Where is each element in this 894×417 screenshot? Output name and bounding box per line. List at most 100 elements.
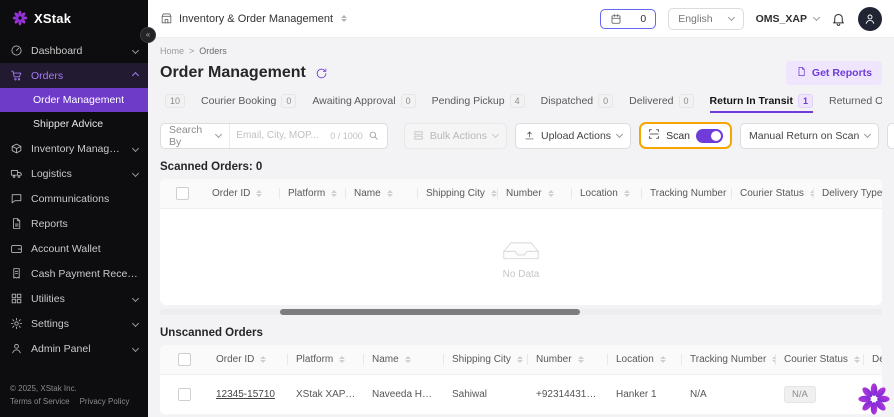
column-header-number[interactable]: Number	[528, 345, 608, 374]
unscanned-orders-heading: Unscanned Orders	[160, 327, 882, 339]
sidebar-item-shipper-advice[interactable]: Shipper Advice	[0, 112, 148, 136]
sort-icon	[339, 356, 345, 364]
column-header-shipping-city[interactable]: Shipping City	[418, 179, 498, 208]
column-header-name[interactable]: Name	[364, 345, 444, 374]
brand-logo[interactable]: XStak	[0, 0, 148, 34]
chevron-down-icon	[492, 130, 499, 137]
sort-icon	[624, 190, 630, 198]
chevron-down-icon	[215, 130, 222, 137]
date-count: 0	[640, 13, 646, 25]
sidebar-item-account-wallet[interactable]: Account Wallet	[0, 236, 148, 261]
row-checkbox[interactable]	[178, 388, 191, 401]
number-cell: +923144313418	[528, 389, 608, 400]
table-row[interactable]: 12345-15710 XStak XAP Store Naveeda Hafe…	[160, 375, 882, 415]
bulk-actions-icon	[413, 130, 424, 141]
upload-icon	[524, 130, 535, 141]
scanned-table-header: Order ID Platform Name Shipping City Num…	[160, 179, 882, 209]
chevron-down-icon	[864, 130, 871, 137]
select-all-checkbox[interactable]	[176, 187, 189, 200]
chevron-down-icon	[728, 13, 735, 20]
bulk-actions-button[interactable]: Bulk Actions	[404, 123, 507, 149]
search-by-select[interactable]: Search By	[161, 124, 230, 148]
scan-toggle[interactable]	[696, 129, 723, 143]
column-header-courier-status[interactable]: Courier Status	[776, 345, 864, 374]
sort-icon	[260, 356, 266, 364]
sidebar-item-reports[interactable]: Reports	[0, 211, 148, 236]
tab-delivered[interactable]: Delivered0	[629, 94, 693, 113]
tab-returned-orders[interactable]: Returned Orders5	[829, 94, 882, 113]
search-icon[interactable]	[368, 130, 387, 141]
actions-toolbar: Search By 0 / 1000 Bulk Actions Upload A…	[160, 122, 882, 149]
filters-button[interactable]: Filters	[887, 123, 894, 149]
platform-cell: XStak XAP Store	[288, 389, 364, 400]
tab-awaiting-approval[interactable]: Awaiting Approval0	[312, 94, 415, 113]
privacy-link[interactable]: Privacy Policy	[80, 396, 130, 409]
column-header-shipping-city[interactable]: Shipping City	[444, 345, 528, 374]
refresh-icon[interactable]	[315, 67, 328, 80]
user-avatar[interactable]	[858, 7, 882, 31]
sidebar-item-inventory-management[interactable]: Inventory Management	[0, 136, 148, 161]
sidebar-collapse-button[interactable]: «	[140, 27, 156, 43]
column-header-tracking-number[interactable]: Tracking Number	[642, 179, 732, 208]
sidebar-item-logistics[interactable]: Logistics	[0, 161, 148, 186]
get-reports-button[interactable]: Get Reports	[786, 61, 882, 85]
scrollbar-thumb[interactable]	[280, 309, 580, 315]
search-input[interactable]	[230, 130, 330, 141]
sidebar-item-utilities[interactable]: Utilities	[0, 286, 148, 311]
document-icon	[10, 217, 23, 230]
tab-clipped[interactable]: 10	[160, 94, 185, 113]
person-icon	[10, 342, 23, 355]
tab-dispatched[interactable]: Dispatched0	[541, 94, 614, 113]
column-header-courier-status[interactable]: Courier Status	[732, 179, 814, 208]
column-header-number[interactable]: Number	[498, 179, 572, 208]
upload-actions-button[interactable]: Upload Actions	[515, 123, 631, 149]
terms-link[interactable]: Terms of Service	[10, 396, 70, 409]
toggle-knob	[711, 131, 721, 141]
name-cell: Naveeda Hafeez	[364, 389, 444, 400]
sidebar-item-cash-payment-receipt[interactable]: Cash Payment Receipt (...	[0, 261, 148, 286]
shipping-city-cell: Sahiwal	[444, 389, 528, 400]
scan-highlight-box: Scan	[639, 122, 732, 149]
sidebar-item-settings[interactable]: Settings	[0, 311, 148, 336]
cart-icon	[10, 69, 23, 82]
char-counter: 0 / 1000	[330, 131, 368, 141]
column-header-platform[interactable]: Platform	[288, 345, 364, 374]
column-header-platform[interactable]: Platform	[280, 179, 346, 208]
column-header-delivery-type[interactable]: Delivery Type	[814, 179, 882, 208]
order-id-link[interactable]: 12345-15710	[216, 389, 275, 400]
sidebar-item-admin-panel[interactable]: Admin Panel	[0, 336, 148, 361]
app-window: XStak « Dashboard Orders Order Managemen…	[0, 0, 894, 417]
breadcrumb-home[interactable]: Home	[160, 46, 184, 56]
manual-return-select[interactable]: Manual Return on Scan	[740, 123, 879, 149]
tab-pending-pickup[interactable]: Pending Pickup4	[432, 94, 525, 113]
column-header-name[interactable]: Name	[346, 179, 418, 208]
sidebar-item-order-management[interactable]: Order Management	[0, 88, 148, 112]
column-header-order-id[interactable]: Order ID	[204, 179, 280, 208]
select-all-checkbox[interactable]	[178, 353, 191, 366]
sidebar-item-communications[interactable]: Communications	[0, 186, 148, 211]
tab-courier-booking[interactable]: Courier Booking0	[201, 94, 296, 113]
module-icon	[160, 12, 173, 25]
tab-return-in-transit[interactable]: Return In Transit1	[710, 94, 813, 113]
language-select[interactable]: English	[668, 8, 743, 30]
column-header-location[interactable]: Location	[572, 179, 642, 208]
page-content: Home > Orders Order Management Get Repor…	[148, 38, 894, 417]
column-header-tracking-number[interactable]: Tracking Number	[682, 345, 776, 374]
column-header-order-id[interactable]: Order ID	[208, 345, 288, 374]
sidebar-item-orders[interactable]: Orders	[0, 63, 148, 88]
breadcrumb: Home > Orders	[160, 46, 882, 56]
date-filter[interactable]: 0	[600, 9, 656, 29]
calendar-icon	[610, 13, 622, 25]
column-header-location[interactable]: Location	[608, 345, 682, 374]
module-select[interactable]: Inventory & Order Management	[160, 12, 347, 25]
horizontal-scrollbar	[160, 309, 882, 315]
workspace-select[interactable]: OMS_XAP	[756, 13, 819, 25]
sidebar-item-dashboard[interactable]: Dashboard	[0, 38, 148, 63]
column-header-delivery-type[interactable]: Delivery Type	[864, 345, 882, 374]
chevron-down-icon	[616, 130, 623, 137]
truck-icon	[10, 167, 23, 180]
box-icon	[10, 142, 23, 155]
notifications-bell-icon[interactable]	[831, 11, 846, 26]
scanned-orders-table: Order ID Platform Name Shipping City Num…	[160, 179, 882, 305]
chevron-down-icon	[813, 13, 820, 20]
